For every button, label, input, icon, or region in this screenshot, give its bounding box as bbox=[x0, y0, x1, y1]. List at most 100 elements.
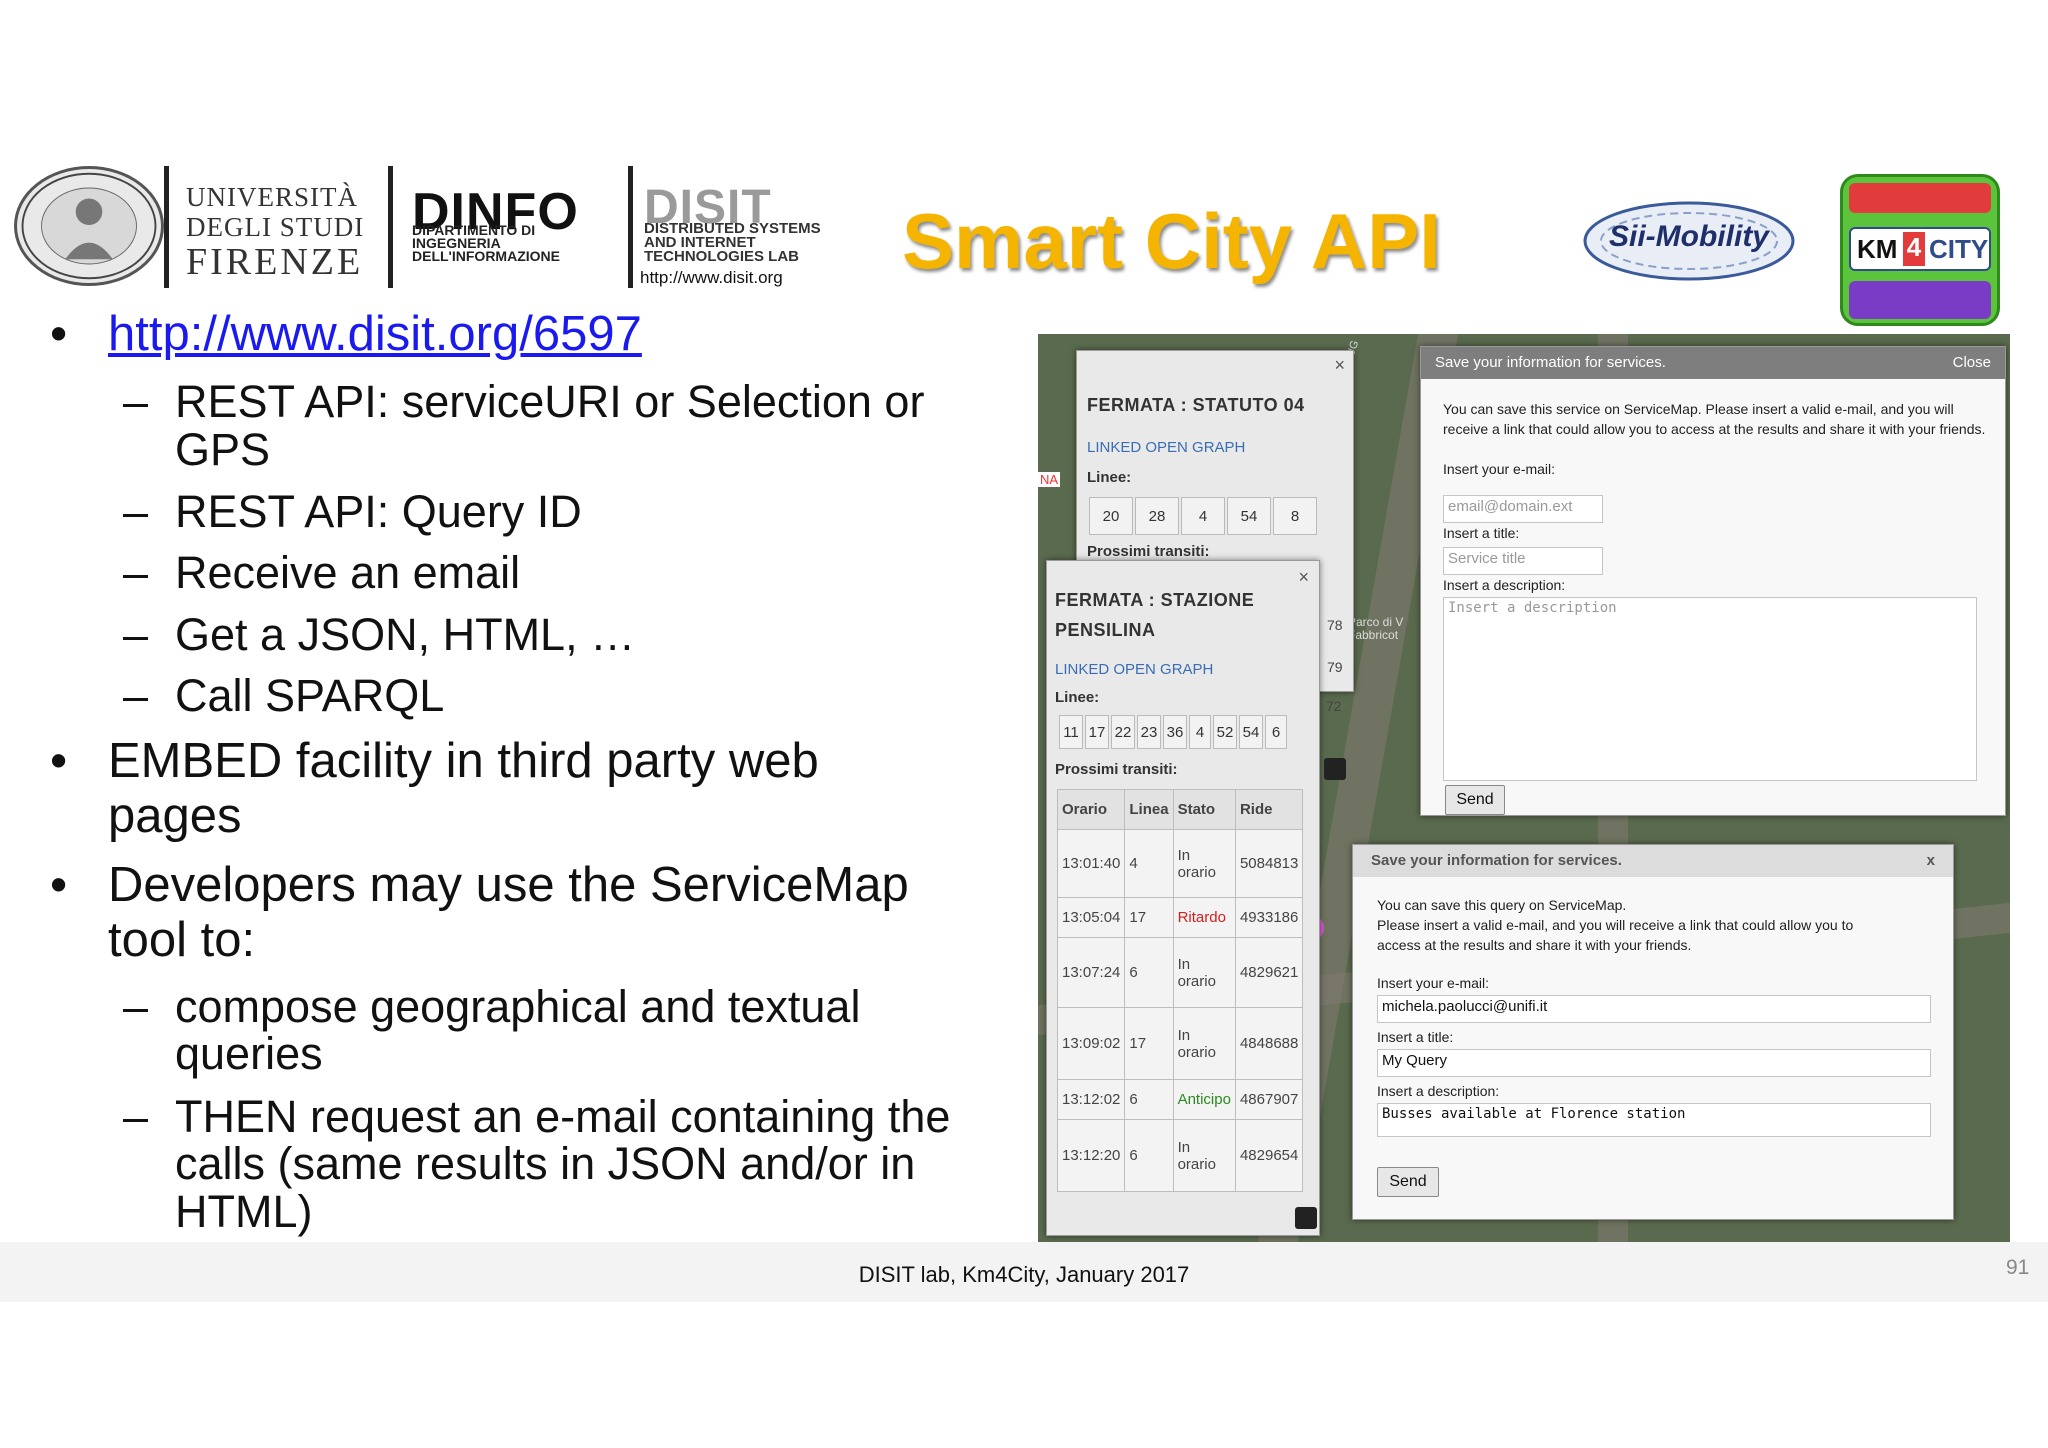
table-row: 13:09:02 17 In orario 4848688 bbox=[1056, 1007, 1304, 1080]
close-button[interactable]: x bbox=[1927, 845, 1935, 877]
column-header: Linea bbox=[1124, 789, 1174, 830]
disit-url: http://www.disit.org bbox=[640, 268, 783, 287]
dialog-description: You can save this service on ServiceMap.… bbox=[1443, 399, 1985, 439]
dialog-text-line: You can save this query on ServiceMap. bbox=[1377, 897, 1627, 913]
email-label: Insert your e-mail: bbox=[1443, 461, 1556, 477]
sub-bullet: – Get a JSON, HTML, … bbox=[123, 611, 635, 659]
dialog-text-line: Please insert a valid e-mail, and you wi… bbox=[1377, 917, 1854, 933]
dialog-header: Save your information for services. x bbox=[1353, 845, 1953, 877]
disit-api-link[interactable]: http://www.disit.org/6597 bbox=[108, 307, 642, 361]
line-cell: 17 bbox=[1124, 1007, 1174, 1080]
description-label: Insert a description: bbox=[1377, 1083, 1500, 1099]
sub-bullet-continuation: calls (same results in JSON and/or in bbox=[175, 1138, 916, 1189]
table-row: 13:05:04 17 Ritardo 4933186 bbox=[1056, 897, 1304, 938]
sub-bullet-text: REST API: Query ID bbox=[175, 486, 582, 537]
transits-table: Orario Linea Stato Ride 13:01:40 4 In or… bbox=[1056, 789, 1304, 1192]
page-title: Smart City API bbox=[902, 197, 1441, 285]
ride-cell: 5084813 bbox=[1234, 829, 1304, 898]
sub-bullet: – compose geographical and textual bbox=[123, 983, 860, 1031]
linked-open-graph-link[interactable]: LINKED OPEN GRAPH bbox=[1087, 439, 1245, 456]
sii-mobility-logo: Sii-Mobility bbox=[1582, 198, 1796, 284]
table-row: 13:12:20 6 In orario 4829654 bbox=[1056, 1119, 1304, 1192]
sub-bullet: – THEN request an e-mail containing the bbox=[123, 1093, 950, 1141]
line-cell: 4 bbox=[1124, 829, 1174, 898]
send-button[interactable]: Send bbox=[1377, 1167, 1439, 1197]
description-textarea[interactable]: Insert a description bbox=[1443, 597, 1977, 781]
table-row: 13:12:02 6 Anticipo 4867907 bbox=[1056, 1079, 1304, 1120]
line-button[interactable]: 4 bbox=[1189, 715, 1211, 749]
line-button[interactable]: 22 bbox=[1111, 715, 1135, 749]
table-row: 13:01:40 4 In orario 5084813 bbox=[1056, 829, 1304, 898]
ride-cell: 4848688 bbox=[1234, 1007, 1304, 1080]
column-header: Ride bbox=[1234, 789, 1304, 830]
line-button[interactable]: 17 bbox=[1085, 715, 1109, 749]
ride-fragment: 78 bbox=[1327, 617, 1343, 633]
stop-title: FERMATA : STATUTO 04 bbox=[1087, 395, 1305, 415]
time-cell: 13:01:40 bbox=[1056, 829, 1126, 898]
map-label: NA bbox=[1038, 472, 1061, 487]
title-label: Insert a title: bbox=[1377, 1029, 1454, 1045]
linked-open-graph-link[interactable]: LINKED OPEN GRAPH bbox=[1055, 661, 1213, 678]
email-input[interactable]: michela.paolucci@unifi.it bbox=[1377, 995, 1931, 1023]
dash-marker: – bbox=[123, 547, 149, 598]
stop-title: FERMATA : STAZIONE PENSILINA bbox=[1055, 585, 1254, 645]
status-cell: In orario bbox=[1172, 937, 1236, 1008]
sub-bullet-text: Call SPARQL bbox=[175, 670, 445, 721]
bullet-text: EMBED facility in third party web bbox=[108, 734, 819, 788]
sub-bullet-text: Receive an email bbox=[175, 547, 521, 598]
dash-marker: – bbox=[123, 486, 149, 537]
description-textarea[interactable]: Busses available at Florence station bbox=[1377, 1103, 1931, 1137]
university-line-2: DEGLI STUDI bbox=[186, 212, 365, 242]
line-button[interactable]: 8 bbox=[1273, 497, 1317, 535]
time-cell: 13:12:02 bbox=[1056, 1079, 1126, 1120]
title-label: Insert a title: bbox=[1443, 525, 1520, 541]
sii-mobility-text: Sii-Mobility bbox=[1609, 220, 1769, 253]
disit-sub-line: TECHNOLOGIES LAB bbox=[644, 248, 800, 265]
save-query-dialog: Save your information for services. x Yo… bbox=[1352, 844, 1954, 1220]
close-button[interactable]: Close bbox=[1953, 347, 1991, 379]
next-transits-label: Prossimi transiti: bbox=[1055, 761, 1178, 778]
close-icon[interactable]: × bbox=[1334, 355, 1345, 376]
title-input[interactable]: Service title bbox=[1443, 547, 1603, 575]
line-cell: 17 bbox=[1124, 897, 1174, 938]
line-button[interactable]: 6 bbox=[1265, 715, 1287, 749]
km4city-bottom-icons bbox=[1849, 281, 1991, 319]
table-header-row: Orario Linea Stato Ride bbox=[1056, 789, 1304, 830]
lines-list: 20 28 4 54 8 bbox=[1089, 497, 1317, 535]
disit-subtitle: DISTRIBUTED SYSTEMS AND INTERNET TECHNOL… bbox=[644, 221, 821, 265]
column-header: Orario bbox=[1056, 789, 1126, 830]
status-cell: Anticipo bbox=[1172, 1079, 1236, 1120]
close-icon[interactable]: × bbox=[1298, 567, 1309, 588]
title-input[interactable]: My Query bbox=[1377, 1049, 1931, 1077]
send-button[interactable]: Send bbox=[1445, 785, 1505, 815]
line-button[interactable]: 52 bbox=[1213, 715, 1237, 749]
ride-cell: 4829654 bbox=[1234, 1119, 1304, 1192]
line-button[interactable]: 4 bbox=[1181, 497, 1225, 535]
line-button[interactable]: 20 bbox=[1089, 497, 1133, 535]
sub-bullet-text: REST API: serviceURI or Selection or bbox=[175, 376, 925, 427]
bullet-2: • EMBED facility in third party web bbox=[50, 734, 819, 788]
line-cell: 6 bbox=[1124, 937, 1174, 1008]
line-button[interactable]: 28 bbox=[1135, 497, 1179, 535]
description-label: Insert a description: bbox=[1443, 577, 1566, 593]
sub-bullet: – Call SPARQL bbox=[123, 670, 445, 721]
line-button[interactable]: 11 bbox=[1059, 715, 1083, 749]
bullet-3-continuation: tool to: bbox=[108, 913, 256, 967]
stop-popup-stazione: × FERMATA : STAZIONE PENSILINA LINKED OP… bbox=[1046, 560, 1320, 1236]
footer-text: DISIT lab, Km4City, January 2017 bbox=[858, 1262, 1190, 1287]
bullet-dot: • bbox=[50, 858, 68, 912]
dialog-text-line: receive a link that could allow you to a… bbox=[1443, 421, 1986, 437]
km4city-city: CITY bbox=[1929, 234, 1989, 264]
line-button[interactable]: 23 bbox=[1137, 715, 1161, 749]
save-disk-icon[interactable] bbox=[1295, 1207, 1317, 1229]
header-divider bbox=[164, 166, 169, 288]
line-button[interactable]: 36 bbox=[1163, 715, 1187, 749]
line-button[interactable]: 54 bbox=[1227, 497, 1271, 535]
sub-bullet: – Receive an email bbox=[123, 547, 521, 598]
dinfo-subtitle: DIPARTIMENTO DI INGEGNERIA DELL'INFORMAZ… bbox=[412, 223, 560, 263]
next-transits-label: Prossimi transiti: bbox=[1087, 543, 1210, 560]
line-button[interactable]: 54 bbox=[1239, 715, 1263, 749]
status-cell: In orario bbox=[1172, 829, 1236, 898]
email-input[interactable]: email@domain.ext bbox=[1443, 495, 1603, 523]
save-disk-icon[interactable] bbox=[1324, 758, 1346, 780]
